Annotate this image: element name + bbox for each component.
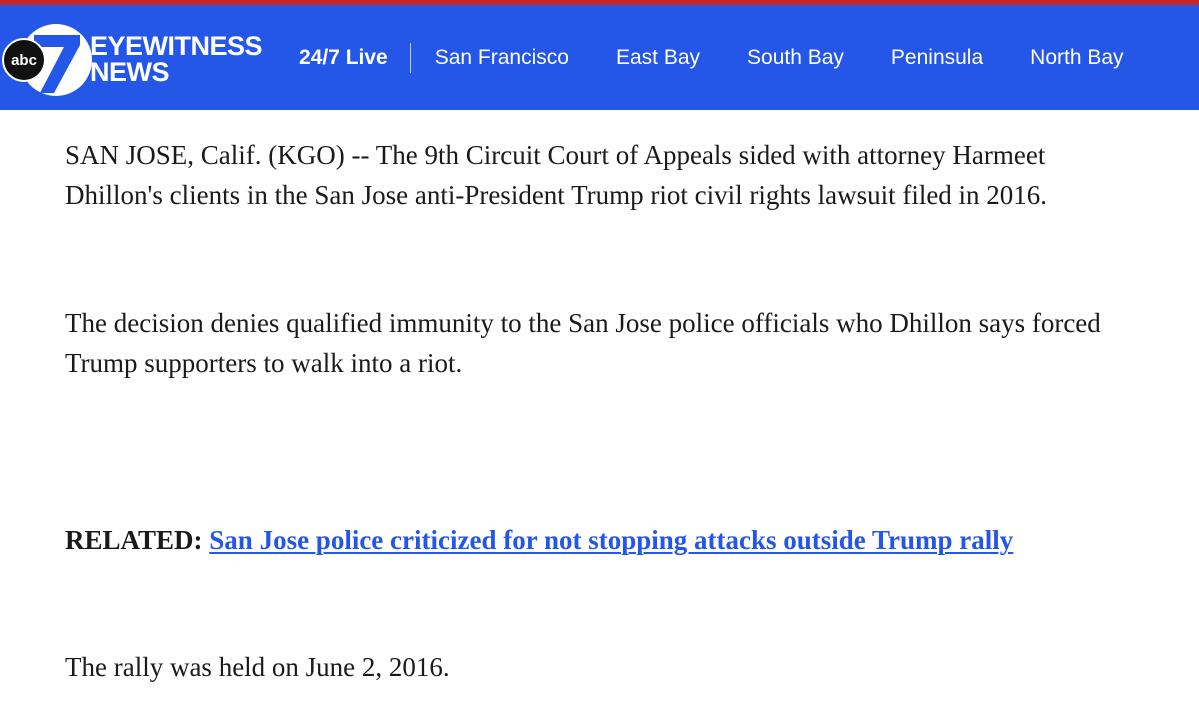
related-label: RELATED: xyxy=(65,525,203,555)
nav-item-south-bay[interactable]: South Bay xyxy=(747,46,844,70)
nav-item-san-francisco[interactable]: San Francisco xyxy=(435,46,569,70)
nav-item-north-bay[interactable]: North Bay xyxy=(1030,46,1123,70)
article-paragraph-2: The decision denies qualified immunity t… xyxy=(65,308,1101,378)
nav-item-east-bay[interactable]: East Bay xyxy=(616,46,700,70)
site-header: abc EYEWITNESS NEWS 24/7 Live San Franci… xyxy=(0,5,1199,110)
abc7-eyewitness-news-logo[interactable]: abc EYEWITNESS NEWS xyxy=(2,21,277,97)
article-paragraph-3: The rally was held on June 2, 2016. xyxy=(65,652,450,682)
abc-badge-icon: abc xyxy=(2,38,46,82)
related-article-link[interactable]: San Jose police criticized for not stopp… xyxy=(209,525,1013,555)
logo-line-news: NEWS xyxy=(90,57,170,87)
related-link-block: RELATED: San Jose police criticized for … xyxy=(65,520,1135,560)
article-paragraph-1: SAN JOSE, Calif. (KGO) -- The 9th Circui… xyxy=(65,140,1048,210)
nav-item-live[interactable]: 24/7 Live xyxy=(299,46,410,70)
nav-item-peninsula[interactable]: Peninsula xyxy=(891,46,983,70)
logo-line-eyewitness: EYEWITNESS xyxy=(90,31,263,61)
nav-divider xyxy=(409,42,411,73)
primary-nav: 24/7 Live San Francisco East Bay South B… xyxy=(299,5,1124,110)
